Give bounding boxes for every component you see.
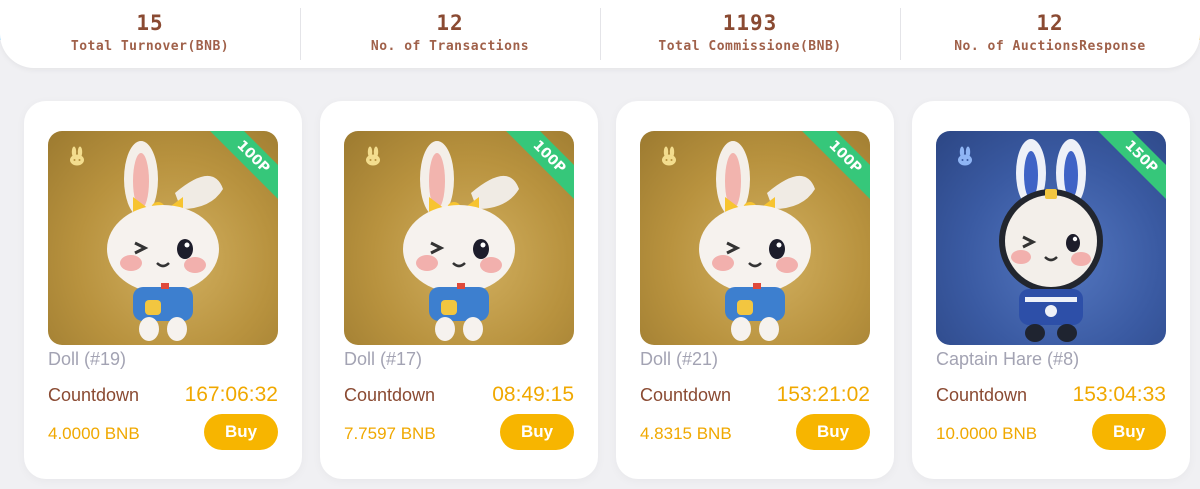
- stats-bar: 15 Total Turnover(BNB) 12 No. of Transac…: [0, 0, 1200, 68]
- nft-card[interactable]: 100P Doll (#17) Countdown 08:49:15 7.759…: [320, 101, 598, 479]
- stat-auctions-response: 12 No. of AuctionsResponse: [900, 0, 1200, 68]
- stat-label: No. of AuctionsResponse: [954, 38, 1146, 54]
- stat-label: No. of Transactions: [370, 38, 530, 54]
- nft-image[interactable]: 100P: [48, 131, 278, 345]
- bunny-doll-icon: [699, 141, 815, 341]
- nft-card[interactable]: 100P Doll (#21) Countdown 153:21:02 4.83…: [616, 101, 894, 479]
- countdown-timer: 153:21:02: [776, 383, 870, 406]
- buy-button[interactable]: Buy: [796, 414, 870, 450]
- nft-image[interactable]: 100P: [344, 131, 574, 345]
- stat-total-commission: 1193 Total Commissione(BNB): [600, 0, 900, 68]
- stat-transactions: 12 No. of Transactions: [300, 0, 600, 68]
- countdown-label: Countdown: [936, 385, 1028, 405]
- price-label: 4.8315 BNB: [640, 424, 732, 443]
- stat-total-turnover: 15 Total Turnover(BNB): [0, 0, 300, 68]
- buy-button[interactable]: Buy: [500, 414, 574, 450]
- bunny-doll-icon: [107, 141, 223, 341]
- price-label: 4.0000 BNB: [48, 424, 140, 443]
- nft-card[interactable]: 150P Captain Hare (#8) Countdown 153:04:…: [912, 101, 1190, 479]
- bunny-doll-icon: [403, 141, 519, 341]
- countdown-label: Countdown: [640, 385, 732, 405]
- nft-name[interactable]: Doll (#17): [344, 349, 422, 370]
- countdown-label: Countdown: [48, 385, 140, 405]
- price-label: 7.7597 BNB: [344, 424, 436, 443]
- nft-image[interactable]: 100P: [640, 131, 870, 345]
- captain-hare-icon: [999, 139, 1103, 342]
- stat-label: Total Turnover(BNB): [70, 38, 230, 54]
- buy-button[interactable]: Buy: [204, 414, 278, 450]
- nft-name[interactable]: Doll (#21): [640, 349, 718, 370]
- nft-card-grid: 100P Doll (#19) Countdown 167:06:32 4.00…: [24, 101, 1200, 481]
- price-label: 10.0000 BNB: [936, 424, 1038, 443]
- countdown-timer: 08:49:15: [492, 383, 574, 406]
- countdown-timer: 167:06:32: [184, 383, 278, 406]
- stat-value: 15: [136, 10, 164, 35]
- stat-label: Total Commissione(BNB): [658, 38, 842, 54]
- stat-value: 12: [436, 10, 464, 35]
- buy-button[interactable]: Buy: [1092, 414, 1166, 450]
- stat-value: 12: [1036, 10, 1064, 35]
- nft-name[interactable]: Doll (#19): [48, 349, 126, 370]
- nft-card[interactable]: 100P Doll (#19) Countdown 167:06:32 4.00…: [24, 101, 302, 479]
- nft-name[interactable]: Captain Hare (#8): [936, 349, 1079, 370]
- countdown-timer: 153:04:33: [1072, 383, 1166, 406]
- nft-image[interactable]: 150P: [936, 131, 1166, 345]
- countdown-label: Countdown: [344, 385, 436, 405]
- stat-value: 1193: [722, 10, 778, 35]
